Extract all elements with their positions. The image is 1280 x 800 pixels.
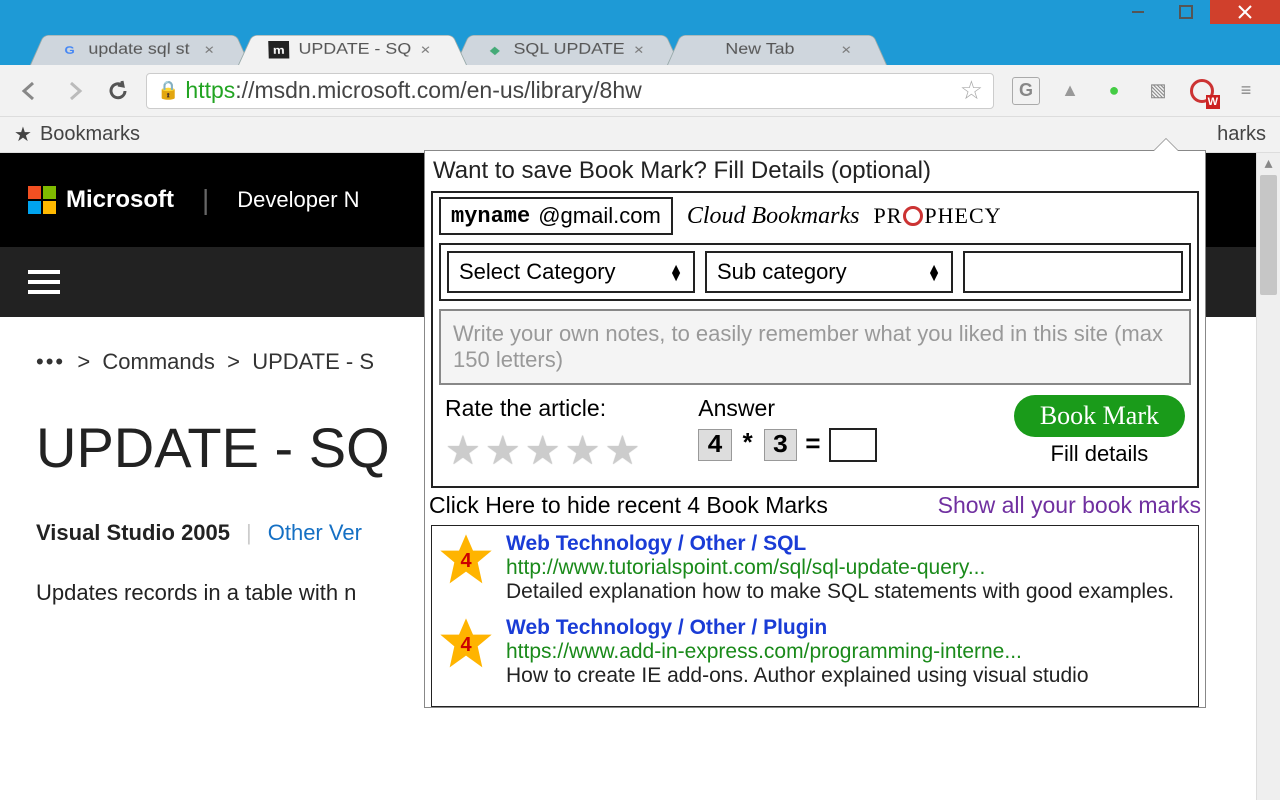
email-box[interactable]: myname @gmail.com <box>439 197 673 235</box>
minimize-button[interactable] <box>1114 0 1162 24</box>
other-versions-link[interactable]: Other Ver <box>268 520 362 546</box>
lock-icon: 🔒 <box>157 80 179 101</box>
star-icon: ★ <box>14 122 32 147</box>
ext-google-icon[interactable]: G <box>1012 77 1040 105</box>
answer-label: Answer <box>698 395 876 422</box>
ms-brand: Microsoft <box>66 186 174 214</box>
chevron-icon: ▲▼ <box>927 264 941 280</box>
bookmark-desc: How to create IE add-ons. Author explain… <box>506 664 1192 688</box>
breadcrumb-commands[interactable]: Commands <box>102 349 214 374</box>
bookmark-category[interactable]: Web Technology / Other / Plugin <box>506 616 1192 640</box>
forward-button[interactable] <box>58 79 90 103</box>
show-all-link[interactable]: Show all your book marks <box>938 492 1201 519</box>
cloud-bookmarks-label: Cloud Bookmarks <box>687 203 860 230</box>
other-bookmarks[interactable]: harks <box>1217 123 1266 146</box>
captcha-op: * <box>740 430 756 460</box>
sql-icon: ◆ <box>485 41 504 57</box>
rating-star-icon: 4 <box>438 616 494 672</box>
close-icon[interactable]: × <box>633 41 644 58</box>
tab-2[interactable]: ◆ SQL UPDATE × <box>455 35 680 65</box>
tab-strip: Gupdate sql st × m UPDATE - SQ × ◆ SQL UPDAT… <box>0 24 1280 65</box>
tab-3[interactable]: New Tab × <box>667 35 887 65</box>
url-text: ://msdn.microsoft.com/en-us/library/8hw <box>235 77 641 104</box>
captcha-b: 3 <box>764 429 798 461</box>
subcategory-select[interactable]: Sub category▲▼ <box>705 251 953 293</box>
email-domain: @gmail.com <box>538 203 661 229</box>
menu-icon[interactable]: ≡ <box>1232 77 1260 105</box>
star-icon[interactable]: ★ <box>445 428 481 474</box>
ext-unknown-icon[interactable]: ▧ <box>1144 77 1172 105</box>
blank-icon <box>697 41 716 57</box>
google-icon: G <box>60 41 79 57</box>
bookmark-category[interactable]: Web Technology / Other / SQL <box>506 532 1192 556</box>
extension-icons: G ▲ ● ▧ W ≡ <box>1006 77 1266 105</box>
vs-label: Visual Studio 2005 <box>36 520 230 546</box>
close-icon[interactable]: × <box>204 41 215 58</box>
star-icon[interactable]: ☆ <box>960 75 983 106</box>
tab-label: update sql st <box>88 41 189 58</box>
scroll-up-icon[interactable]: ▴ <box>1257 153 1280 173</box>
captcha-eq: = <box>805 430 821 460</box>
bookmark-button[interactable]: Book Mark <box>1014 395 1185 437</box>
bookmark-item[interactable]: 4 Web Technology / Other / SQL http://ww… <box>438 532 1192 604</box>
popup-pointer <box>1153 138 1179 151</box>
star-icon[interactable]: ★ <box>604 428 640 474</box>
category-select[interactable]: Select Category▲▼ <box>447 251 695 293</box>
rating-stars[interactable]: ★ ★ ★ ★ ★ <box>445 428 640 474</box>
captcha-answer-input[interactable] <box>829 428 877 462</box>
breadcrumb-more[interactable]: ••• <box>36 349 65 374</box>
chevron-icon: ▲▼ <box>669 264 683 280</box>
fill-details-label: Fill details <box>1014 441 1185 467</box>
tab-label: New Tab <box>726 41 795 58</box>
prophecy-logo: PRPHECY <box>873 203 1001 229</box>
ext-drive-icon[interactable]: ▲ <box>1056 77 1084 105</box>
ext-prophecy-icon[interactable]: W <box>1188 77 1216 105</box>
reload-button[interactable] <box>102 79 134 103</box>
notes-textarea[interactable]: Write your own notes, to easily remember… <box>439 309 1191 385</box>
popup-title: Want to save Book Mark? Fill Details (op… <box>425 151 1205 191</box>
bookmarks-bar: ★ Bookmarks harks <box>0 117 1280 153</box>
developer-network[interactable]: Developer N <box>237 187 359 213</box>
bookmark-item[interactable]: 4 Web Technology / Other / Plugin https:… <box>438 616 1192 688</box>
close-icon[interactable]: × <box>841 41 852 58</box>
scroll-thumb[interactable] <box>1260 175 1277 295</box>
rate-label: Rate the article: <box>445 395 640 422</box>
back-button[interactable] <box>14 79 46 103</box>
bookmark-desc: Detailed explanation how to make SQL sta… <box>506 580 1192 604</box>
close-icon[interactable]: × <box>420 41 431 58</box>
maximize-button[interactable] <box>1162 0 1210 24</box>
ext-chat-icon[interactable]: ● <box>1100 77 1128 105</box>
bookmark-popup: Want to save Book Mark? Fill Details (op… <box>424 150 1206 708</box>
microsoft-logo[interactable]: Microsoft <box>28 186 174 214</box>
close-button[interactable] <box>1210 0 1280 24</box>
address-bar[interactable]: 🔒 https://msdn.microsoft.com/en-us/libra… <box>146 73 994 109</box>
tag-input[interactable] <box>963 251 1183 293</box>
divider: | <box>202 184 209 216</box>
window-titlebar <box>0 0 1280 24</box>
email-name: myname <box>451 204 530 229</box>
bookmarks-label[interactable]: Bookmarks <box>40 123 140 146</box>
star-icon[interactable]: ★ <box>565 428 601 474</box>
hide-recent-link[interactable]: Click Here to hide recent 4 Book Marks <box>429 492 828 519</box>
tab-label: UPDATE - SQ <box>298 41 411 58</box>
star-icon[interactable]: ★ <box>525 428 561 474</box>
tab-1[interactable]: m UPDATE - SQ × <box>238 35 467 65</box>
captcha-a: 4 <box>698 429 732 461</box>
captcha: 4 * 3 = <box>698 428 876 462</box>
msdn-icon: m <box>268 41 289 58</box>
rating-star-icon: 4 <box>438 532 494 588</box>
tab-0[interactable]: Gupdate sql st × <box>30 35 250 65</box>
scrollbar[interactable]: ▴ <box>1256 153 1280 800</box>
recent-bookmarks: 4 Web Technology / Other / SQL http://ww… <box>431 525 1199 707</box>
browser-toolbar: 🔒 https://msdn.microsoft.com/en-us/libra… <box>0 65 1280 117</box>
url-https: https <box>185 77 235 104</box>
bookmark-url[interactable]: https://www.add-in-express.com/programmi… <box>506 640 1192 664</box>
breadcrumb-update: UPDATE - S <box>252 349 374 374</box>
star-icon[interactable]: ★ <box>485 428 521 474</box>
tab-label: SQL UPDATE <box>513 41 624 58</box>
bookmark-url[interactable]: http://www.tutorialspoint.com/sql/sql-up… <box>506 556 1192 580</box>
